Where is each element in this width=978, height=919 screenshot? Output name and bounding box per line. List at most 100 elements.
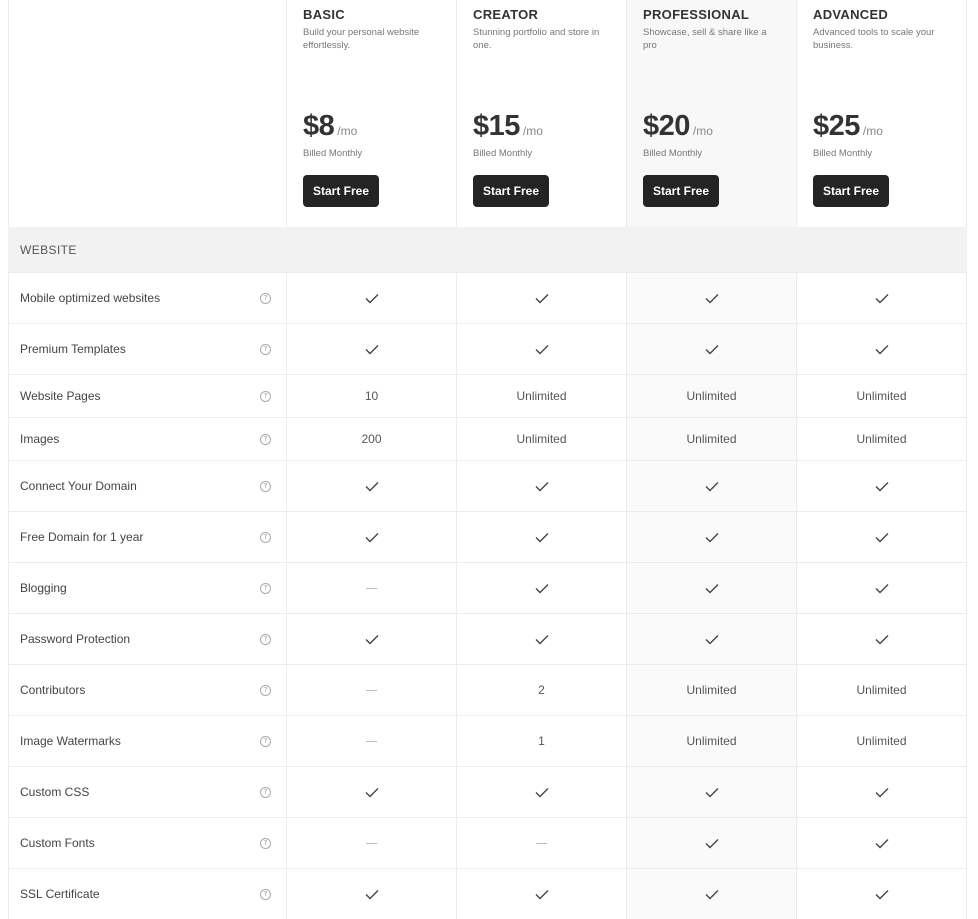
start-free-button[interactable]: Start Free bbox=[303, 175, 379, 207]
section-header-website: WEBSITE bbox=[8, 227, 967, 272]
feature-value: Unlimited bbox=[856, 432, 907, 446]
feature-value: Unlimited bbox=[856, 683, 907, 697]
feature-row-label: Contributors ? bbox=[8, 664, 287, 715]
plan-column-professional: PROFESSIONAL Showcase, sell & share like… bbox=[627, 0, 797, 227]
check-icon bbox=[875, 787, 889, 798]
feature-value-cell: 10 bbox=[287, 374, 457, 417]
feature-value-cell: 1 bbox=[457, 715, 627, 766]
dash-icon bbox=[536, 842, 547, 844]
feature-value-cell bbox=[457, 817, 627, 868]
plan-name: BASIC bbox=[303, 7, 345, 22]
feature-value-cell: Unlimited bbox=[627, 417, 797, 460]
feature-label: Free Domain for 1 year bbox=[20, 530, 144, 544]
start-free-button[interactable]: Start Free bbox=[473, 175, 549, 207]
feature-label: Image Watermarks bbox=[20, 734, 121, 748]
dash-icon bbox=[366, 842, 377, 844]
feature-value-cell bbox=[287, 511, 457, 562]
dash-icon bbox=[366, 587, 377, 589]
help-circle-icon[interactable]: ? bbox=[260, 837, 271, 849]
help-circle-icon[interactable]: ? bbox=[260, 735, 271, 747]
feature-value-cell bbox=[627, 613, 797, 664]
feature-value: 2 bbox=[538, 683, 545, 697]
check-icon bbox=[365, 634, 379, 645]
plan-price: $20 bbox=[643, 110, 690, 142]
billing-note: Billed Monthly bbox=[303, 148, 363, 159]
feature-value-cell bbox=[797, 817, 967, 868]
feature-value-cell: Unlimited bbox=[797, 664, 967, 715]
feature-value-cell bbox=[627, 868, 797, 919]
feature-value: Unlimited bbox=[856, 389, 907, 403]
feature-value-cell bbox=[797, 766, 967, 817]
plan-description: Advanced tools to scale your business. bbox=[813, 27, 935, 51]
feature-value: 1 bbox=[538, 734, 545, 748]
check-icon bbox=[705, 583, 719, 594]
start-free-button[interactable]: Start Free bbox=[813, 175, 889, 207]
feature-value-cell: 200 bbox=[287, 417, 457, 460]
help-circle-icon[interactable]: ? bbox=[260, 888, 271, 900]
feature-value: Unlimited bbox=[856, 734, 907, 748]
check-icon bbox=[365, 532, 379, 543]
plan-price: $15 bbox=[473, 110, 520, 142]
feature-row-label: Images ? bbox=[8, 417, 287, 460]
check-icon bbox=[535, 634, 549, 645]
price-period: /mo bbox=[337, 124, 358, 138]
feature-value-cell bbox=[457, 460, 627, 511]
check-icon bbox=[875, 634, 889, 645]
help-circle-icon[interactable]: ? bbox=[260, 786, 271, 798]
feature-value-cell bbox=[797, 511, 967, 562]
feature-label: Password Protection bbox=[20, 632, 131, 646]
check-icon bbox=[705, 634, 719, 645]
help-circle-icon[interactable]: ? bbox=[260, 582, 271, 594]
feature-value-cell bbox=[287, 613, 457, 664]
check-icon bbox=[705, 481, 719, 492]
billing-note: Billed Monthly bbox=[473, 148, 533, 159]
plan-name: ADVANCED bbox=[813, 7, 889, 22]
feature-value-cell bbox=[457, 766, 627, 817]
feature-label: Blogging bbox=[20, 581, 67, 595]
feature-value-cell bbox=[627, 817, 797, 868]
help-circle-icon[interactable]: ? bbox=[260, 684, 271, 696]
feature-row-label: Custom Fonts ? bbox=[8, 817, 287, 868]
feature-value-cell bbox=[287, 817, 457, 868]
feature-value-cell bbox=[627, 511, 797, 562]
help-circle-icon[interactable]: ? bbox=[260, 292, 271, 304]
check-icon bbox=[875, 838, 889, 849]
help-circle-icon[interactable]: ? bbox=[260, 633, 271, 645]
help-circle-icon[interactable]: ? bbox=[260, 480, 271, 492]
check-icon bbox=[365, 344, 379, 355]
plan-name: PROFESSIONAL bbox=[643, 7, 750, 22]
help-circle-icon[interactable]: ? bbox=[260, 433, 271, 445]
check-icon bbox=[705, 293, 719, 304]
feature-label: SSL Certificate bbox=[20, 887, 100, 901]
feature-value-cell bbox=[287, 715, 457, 766]
check-icon bbox=[875, 583, 889, 594]
feature-value-cell bbox=[797, 613, 967, 664]
feature-row-label: Password Protection ? bbox=[8, 613, 287, 664]
plan-description: Stunning portfolio and store in one. bbox=[473, 27, 600, 51]
help-circle-icon[interactable]: ? bbox=[260, 343, 271, 355]
help-circle-icon[interactable]: ? bbox=[260, 390, 271, 402]
plan-column-basic: BASIC Build your personal website effort… bbox=[287, 0, 457, 227]
price-period: /mo bbox=[522, 124, 543, 138]
feature-row-label: Premium Templates ? bbox=[8, 323, 287, 374]
check-icon bbox=[535, 344, 549, 355]
check-icon bbox=[535, 481, 549, 492]
feature-value-cell bbox=[627, 562, 797, 613]
feature-value-cell: Unlimited bbox=[457, 417, 627, 460]
plan-description: Showcase, sell & share like a pro bbox=[643, 27, 767, 51]
feature-label: Premium Templates bbox=[20, 342, 126, 356]
check-icon bbox=[875, 532, 889, 543]
plan-name: CREATOR bbox=[473, 7, 539, 22]
help-circle-icon[interactable]: ? bbox=[260, 531, 271, 543]
billing-note: Billed Monthly bbox=[643, 148, 703, 159]
start-free-button[interactable]: Start Free bbox=[643, 175, 719, 207]
feature-value-cell bbox=[287, 272, 457, 323]
feature-value-cell: Unlimited bbox=[797, 374, 967, 417]
feature-value-cell bbox=[797, 272, 967, 323]
feature-value-cell bbox=[457, 323, 627, 374]
plan-column-creator: CREATOR Stunning portfolio and store in … bbox=[457, 0, 627, 227]
check-icon bbox=[705, 787, 719, 798]
feature-row-label: Website Pages ? bbox=[8, 374, 287, 417]
feature-value: 200 bbox=[361, 432, 382, 446]
billing-note: Billed Monthly bbox=[813, 148, 873, 159]
